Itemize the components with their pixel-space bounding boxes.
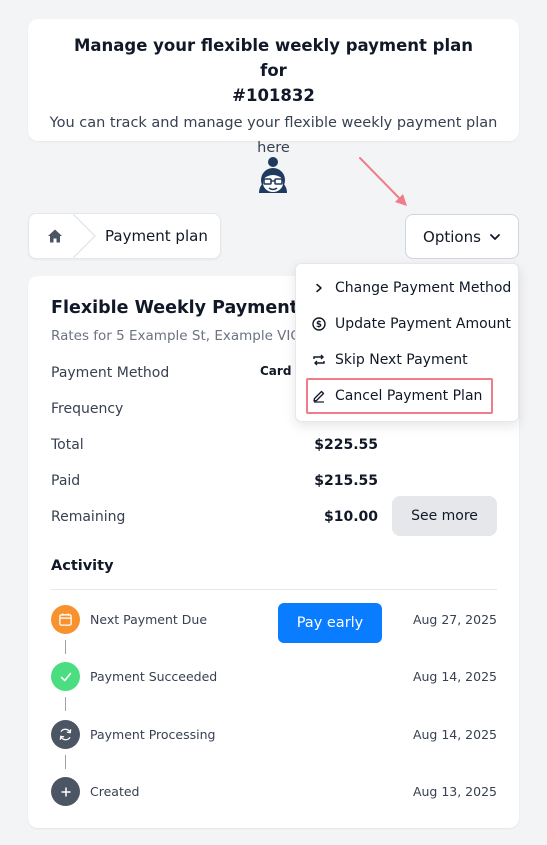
page-title-line2: #101832 (232, 86, 315, 105)
activity-label-created: Created (90, 784, 140, 799)
total-value: $225.55 (314, 437, 378, 453)
svg-text:$: $ (316, 320, 322, 330)
calendar-icon (59, 613, 72, 626)
breadcrumb: Payment plan (28, 213, 221, 259)
activity-connector (65, 697, 66, 711)
activity-label-processing: Payment Processing (90, 727, 216, 742)
activity-date-succeeded: Aug 14, 2025 (412, 669, 497, 684)
activity-label-next-payment: Next Payment Due (90, 612, 208, 627)
activity-icon-processing (51, 720, 80, 749)
header-card: Manage your flexible weekly payment plan… (28, 19, 519, 156)
pencil-icon (312, 389, 326, 403)
menu-item-change-payment-method[interactable]: Change Payment Method (312, 276, 511, 300)
options-dropdown-menu: Change Payment Method $ Update Payment A… (295, 263, 519, 422)
activity-date-processing: Aug 14, 2025 (412, 727, 497, 742)
pay-early-button[interactable]: Pay early (278, 603, 382, 643)
breadcrumb-current[interactable]: Payment plan (105, 214, 208, 258)
page-subtitle-line1: You can track and manage your flexible w… (49, 115, 498, 131)
activity-icon-next-payment (51, 605, 80, 634)
total-label: Total (51, 437, 84, 453)
see-more-button[interactable]: See more (392, 496, 497, 536)
mascot-avatar-icon (259, 157, 287, 193)
breadcrumb-separator-icon (73, 214, 97, 258)
menu-item-update-payment-amount[interactable]: $ Update Payment Amount (312, 312, 511, 336)
menu-item-label: Cancel Payment Plan (335, 388, 483, 404)
refresh-icon (59, 728, 72, 741)
menu-item-skip-next-payment[interactable]: Skip Next Payment (312, 348, 468, 372)
paid-label: Paid (51, 473, 81, 489)
menu-item-label: Skip Next Payment (335, 352, 468, 368)
activity-icon-succeeded (51, 662, 80, 691)
annotation-arrow-icon (359, 157, 407, 206)
paid-value: $215.55 (314, 473, 378, 489)
menu-item-label: Change Payment Method (335, 280, 512, 296)
home-icon (48, 229, 62, 243)
activity-date-next-payment: Aug 27, 2025 (412, 612, 497, 627)
remaining-value: $10.00 (323, 509, 378, 525)
activity-icon-created (51, 777, 80, 806)
payment-method-label: Payment Method (51, 365, 170, 381)
frequency-label: Frequency (51, 401, 124, 417)
chevron-right-icon (312, 281, 326, 295)
page-title: Manage your flexible weekly payment plan… (28, 33, 519, 108)
chevron-down-icon (490, 233, 500, 240)
plus-icon (61, 787, 70, 796)
repeat-icon (312, 353, 326, 367)
activity-title: Activity (51, 558, 114, 574)
page-subtitle: You can track and manage your flexible w… (28, 111, 519, 161)
activity-divider (51, 589, 497, 590)
page-title-line1: Manage your flexible weekly payment plan… (73, 36, 474, 80)
options-button[interactable]: Options (405, 214, 519, 259)
dollar-circle-icon: $ (312, 317, 326, 331)
plan-subtitle: Rates for 5 Example St, Example VIC / (51, 328, 309, 344)
menu-item-cancel-payment-plan[interactable]: Cancel Payment Plan (312, 384, 482, 408)
menu-item-label: Update Payment Amount (335, 316, 511, 332)
activity-connector (65, 640, 66, 654)
remaining-label: Remaining (51, 509, 126, 525)
activity-label-succeeded: Payment Succeeded (90, 669, 218, 684)
activity-connector (65, 755, 66, 769)
check-icon (60, 672, 71, 681)
options-label: Options (423, 227, 481, 246)
activity-date-created: Aug 13, 2025 (412, 784, 497, 799)
